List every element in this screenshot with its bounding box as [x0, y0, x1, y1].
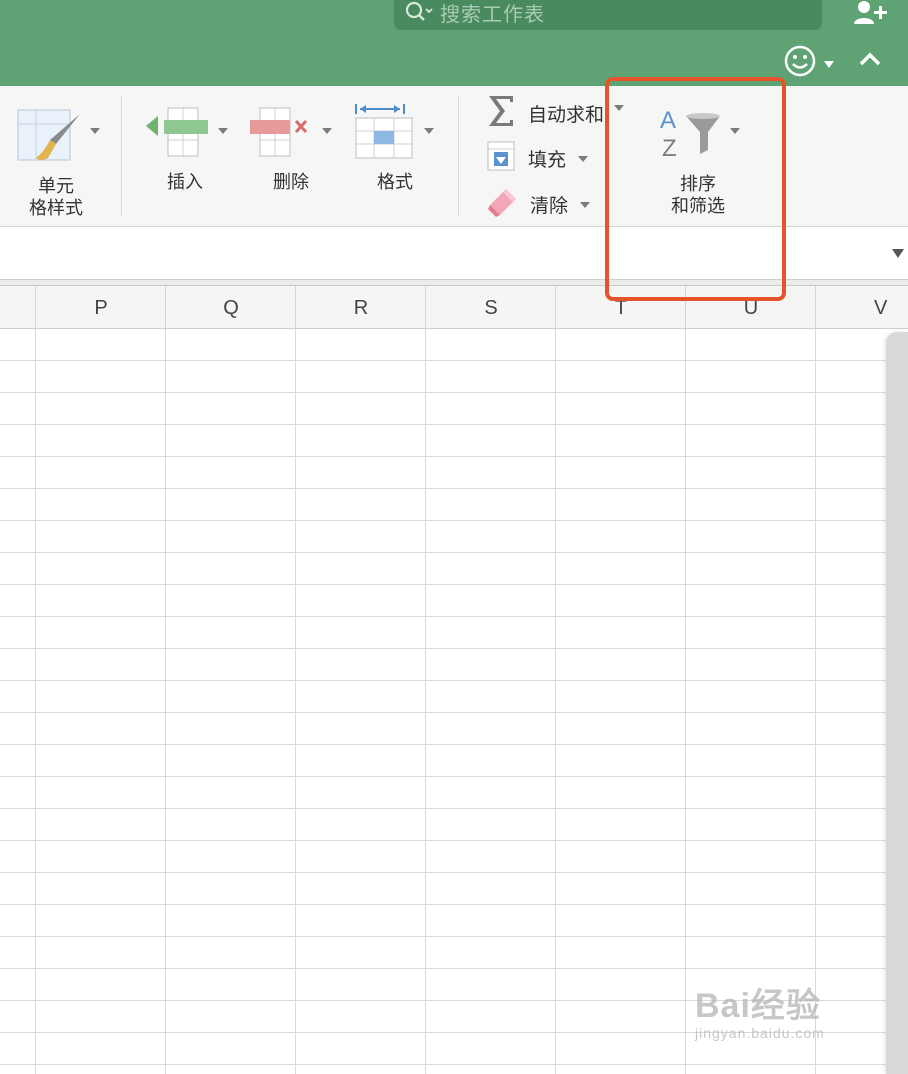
smiley-icon[interactable]	[783, 44, 817, 82]
add-user-icon[interactable]	[852, 0, 892, 28]
chevron-down-icon[interactable]	[218, 128, 228, 134]
autosum-button[interactable]: 自动求和	[486, 94, 625, 133]
chevron-down-icon[interactable]	[578, 155, 589, 162]
formula-expand-icon[interactable]	[892, 249, 904, 258]
fill-down-icon	[486, 140, 516, 177]
column-header-r[interactable]: R	[295, 286, 426, 328]
title-bar: 搜索工作表	[0, 0, 908, 86]
search-icon[interactable]	[404, 0, 434, 24]
vertical-scrollbar[interactable]	[886, 332, 908, 1074]
chevron-down-icon[interactable]	[580, 201, 591, 208]
paintbrush-icon	[14, 108, 100, 168]
delete-cells-icon	[246, 106, 336, 168]
format-cells-icon	[350, 102, 440, 168]
highlight-box	[605, 77, 786, 301]
column-header-s[interactable]: S	[425, 286, 556, 328]
collapse-ribbon-icon[interactable]	[858, 50, 882, 72]
sigma-icon	[486, 94, 516, 133]
cell-grid[interactable]	[0, 329, 908, 1074]
watermark-url: jingyan.baidu.com	[695, 1025, 825, 1041]
chevron-down-icon[interactable]	[322, 128, 332, 134]
watermark: Bai经验 jingyan.baidu.com	[695, 978, 825, 1041]
clear-label: 清除	[530, 195, 569, 217]
watermark-brand: Bai经验	[695, 987, 821, 1025]
column-header-p[interactable]: P	[35, 286, 166, 328]
chevron-down-icon[interactable]	[424, 128, 434, 134]
column-header-q[interactable]: Q	[165, 286, 296, 328]
eraser-icon	[486, 186, 518, 223]
insert-button[interactable]: 插入	[140, 106, 230, 194]
format-label: 格式	[377, 172, 413, 193]
cell-styles-button[interactable]: 单元 格样式	[14, 108, 100, 220]
insert-cells-icon	[140, 106, 230, 168]
cell-styles-label-1: 单元	[38, 176, 74, 197]
search-box[interactable]: 搜索工作表	[394, 0, 822, 30]
format-button[interactable]: 格式	[350, 102, 440, 194]
search-input[interactable]: 搜索工作表	[440, 0, 545, 27]
delete-label: 删除	[273, 172, 309, 193]
ribbon-divider	[458, 96, 459, 216]
delete-button[interactable]: 删除	[246, 106, 336, 194]
chevron-down-icon[interactable]	[90, 128, 100, 134]
clear-button[interactable]: 清除	[486, 186, 591, 223]
autosum-label: 自动求和	[528, 104, 605, 126]
fill-label: 填充	[528, 149, 567, 171]
chevron-down-icon[interactable]	[823, 55, 835, 74]
insert-label: 插入	[167, 172, 203, 193]
fill-button[interactable]: 填充	[486, 140, 589, 177]
column-header-v[interactable]: V	[815, 286, 908, 328]
ribbon-divider	[121, 96, 122, 216]
cell-styles-label-2: 格样式	[29, 198, 83, 219]
